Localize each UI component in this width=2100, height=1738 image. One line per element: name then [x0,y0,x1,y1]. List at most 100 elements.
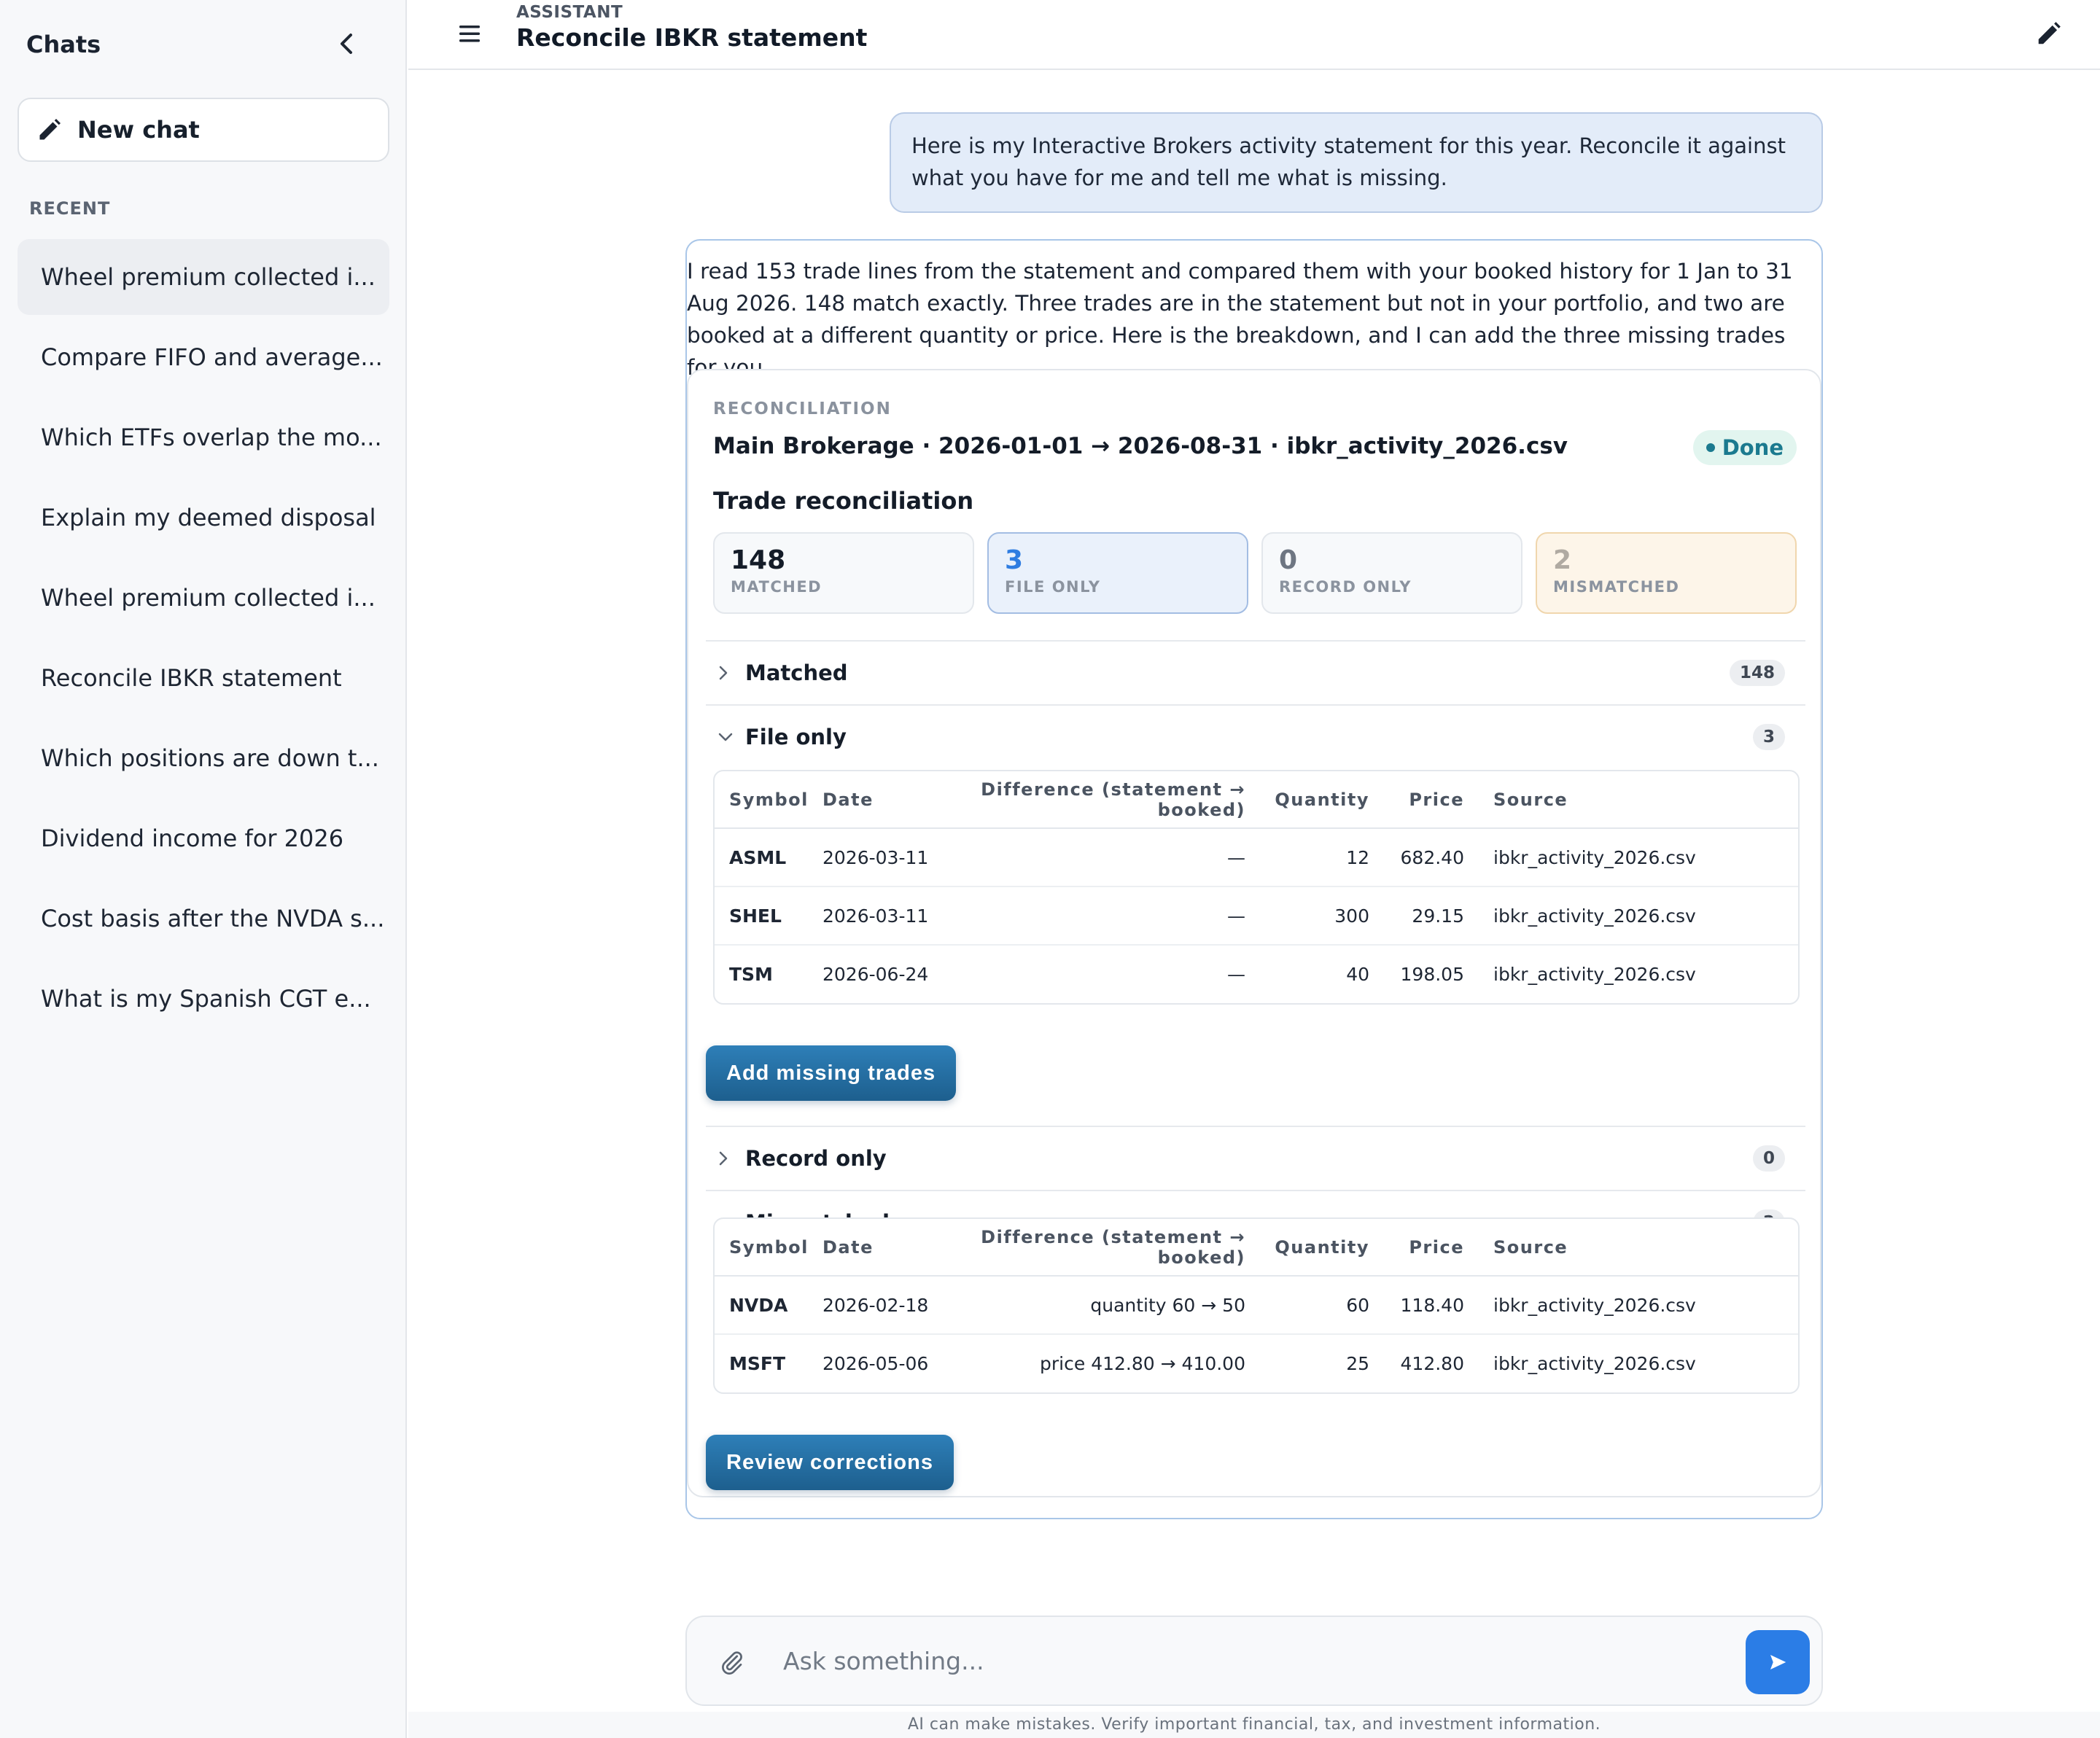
cell-source: ibkr_activity_2026.csv [1464,886,1798,946]
stat-record-only: 0 RECORD ONLY [1261,532,1522,614]
cell-price: 198.05 [1400,964,1464,985]
cell-date: 2026-02-18 [822,1276,968,1335]
column-header-difference: Difference (statement → booked) [968,771,1245,829]
cell-price: 682.40 [1369,828,1464,887]
cell-quantity: 25 [1346,1353,1369,1374]
stat-label: MATCHED [731,578,822,596]
chat-history-item[interactable]: Cost basis after the NVDA s... [18,881,389,956]
column-header-price: Price [1369,771,1464,829]
cell-quantity: 12 [1245,828,1369,887]
section-record-only-toggle[interactable]: Record only 0 [706,1126,1805,1190]
section-name: File only [745,725,847,749]
recent-section-label: RECENT [29,198,111,219]
column-header-quantity: Quantity [1245,771,1369,829]
cell-quantity: 60 [1245,1276,1369,1335]
cell-symbol: MSFT [729,1353,786,1374]
add-missing-trades-button[interactable]: Add missing trades [706,1045,957,1101]
stat-label: RECORD ONLY [1279,578,1412,596]
section-count-badge: 0 [1752,1145,1785,1172]
chevron-right-icon [716,663,742,682]
stats-row: 148 MATCHED 3 FILE ONLY 0 RECORD ONLY 2 … [713,532,1800,614]
chat-history-item[interactable]: Wheel premium collected i... [18,560,389,636]
cell-difference: quantity 60 → 50 [968,1276,1245,1335]
cell-source: ibkr_activity_2026.csv [1464,1276,1798,1335]
stat-matched: 148 MATCHED [713,532,974,614]
cell-difference: — [968,828,1245,887]
cell-source: ibkr_activity_2026.csv [1464,828,1798,887]
reconciliation-subtitle: Trade reconciliation [713,487,974,515]
cell-symbol: NVDA [715,1276,822,1335]
column-header-price: Price [1369,1219,1464,1277]
hamburger-menu-icon [459,26,480,42]
disclaimer-text: AI can make mistakes. Verify important f… [408,1712,2100,1738]
chat-history-item[interactable]: Which ETFs overlap the mo... [18,400,389,475]
sidebar-title: Chats [26,31,101,58]
reconciliation-card: RECONCILIATION Main Brokerage · 2026-01-… [687,369,1821,1497]
cell-symbol: ASML [715,828,822,887]
chat-history-item[interactable]: Which positions are down t... [18,720,389,796]
cell-difference: price 412.80 → 410.00 [1040,1353,1245,1374]
menu-button[interactable] [452,16,487,51]
stat-label: MISMATCHED [1553,578,1680,596]
column-header-date: Date [822,771,968,829]
user-message: Here is my Interactive Brokers activity … [890,112,1823,213]
column-header-difference: Difference (statement → booked) [968,1219,1245,1277]
table-row: SHEL 2026-03-11 — 300 29.15 ibkr_activit… [715,886,1798,946]
cell-difference: — [1227,964,1245,985]
column-header-source: Source [1464,1219,1798,1277]
table-row: TSM 2026-06-24 — 40 198.05 ibkr_activity… [715,945,1798,1003]
chat-history-item[interactable]: Dividend income for 2026 [18,800,389,876]
message-input[interactable] [783,1639,1658,1683]
cell-price: 118.40 [1369,1276,1464,1335]
section-count-badge: 3 [1752,724,1785,750]
chat-history-list: Wheel premium collected i... Compare FIF… [18,239,389,1041]
chat-history-item[interactable]: What is my Spanish CGT e... [18,961,389,1037]
chat-history-item[interactable]: Explain my deemed disposal [18,480,389,556]
column-header-symbol: Symbol [715,1219,822,1277]
chat-header: ASSISTANT Reconcile IBKR statement [408,0,2100,70]
header-kicker: ASSISTANT [516,3,623,22]
review-corrections-button[interactable]: Review corrections [706,1435,954,1490]
cell-symbol: SHEL [715,886,822,946]
sidebar: Chats New chat RECENT Wheel premium coll… [0,0,407,1738]
chat-history-item[interactable]: Wheel premium collected i... [18,239,389,315]
status-badge: Done [1692,430,1797,465]
card-kicker: RECONCILIATION [713,400,892,418]
pencil-icon [39,119,61,140]
stat-file-only: 3 FILE ONLY [987,532,1248,614]
stat-value: 0 [1279,545,1298,575]
section-file-only-toggle[interactable]: File only 3 [706,704,1805,768]
message-composer [685,1616,1823,1706]
attach-button[interactable] [716,1646,748,1678]
table-row: NVDA 2026-02-18 quantity 60 → 50 60 118.… [715,1276,1798,1335]
collapse-sidebar-button[interactable] [332,29,362,58]
paperclip-icon [722,1651,742,1675]
table-header-row: Symbol Date Difference (statement → book… [715,771,1798,829]
column-header-symbol: Symbol [715,771,822,829]
file-only-table: Symbol Date Difference (statement → book… [713,770,1800,1005]
stat-value: 3 [1005,545,1024,575]
cell-quantity: 300 [1245,886,1369,946]
cell-date: 2026-03-11 [822,886,968,946]
column-header-source: Source [1464,771,1798,829]
column-header-date: Date [822,1219,968,1277]
new-chat-button[interactable]: New chat [18,98,389,162]
send-button[interactable] [1746,1630,1810,1694]
chevron-down-icon [716,730,742,744]
edit-chat-button[interactable] [2030,15,2068,52]
section-name: Matched [745,660,848,685]
table-header-row: Symbol Date Difference (statement → book… [715,1219,1798,1277]
assistant-message: I read 153 trade lines from the statemen… [685,239,1823,1519]
table-row: ASML 2026-03-11 — 12 682.40 ibkr_activit… [715,828,1798,887]
send-icon [1770,1655,1786,1669]
chat-history-item[interactable]: Compare FIFO and average... [18,319,389,395]
chat-history-item[interactable]: Reconcile IBKR statement [18,640,389,716]
stat-value: 2 [1553,545,1572,575]
assistant-message-text: I read 153 trade lines from the statemen… [687,259,1793,380]
cell-date: 2026-05-06 [822,1353,929,1374]
section-matched-toggle[interactable]: Matched 148 [706,640,1805,704]
cell-price: 29.15 [1369,886,1464,946]
chevron-right-icon [716,1149,742,1168]
cell-source: ibkr_activity_2026.csv [1493,964,1696,985]
pencil-icon [2038,22,2061,44]
